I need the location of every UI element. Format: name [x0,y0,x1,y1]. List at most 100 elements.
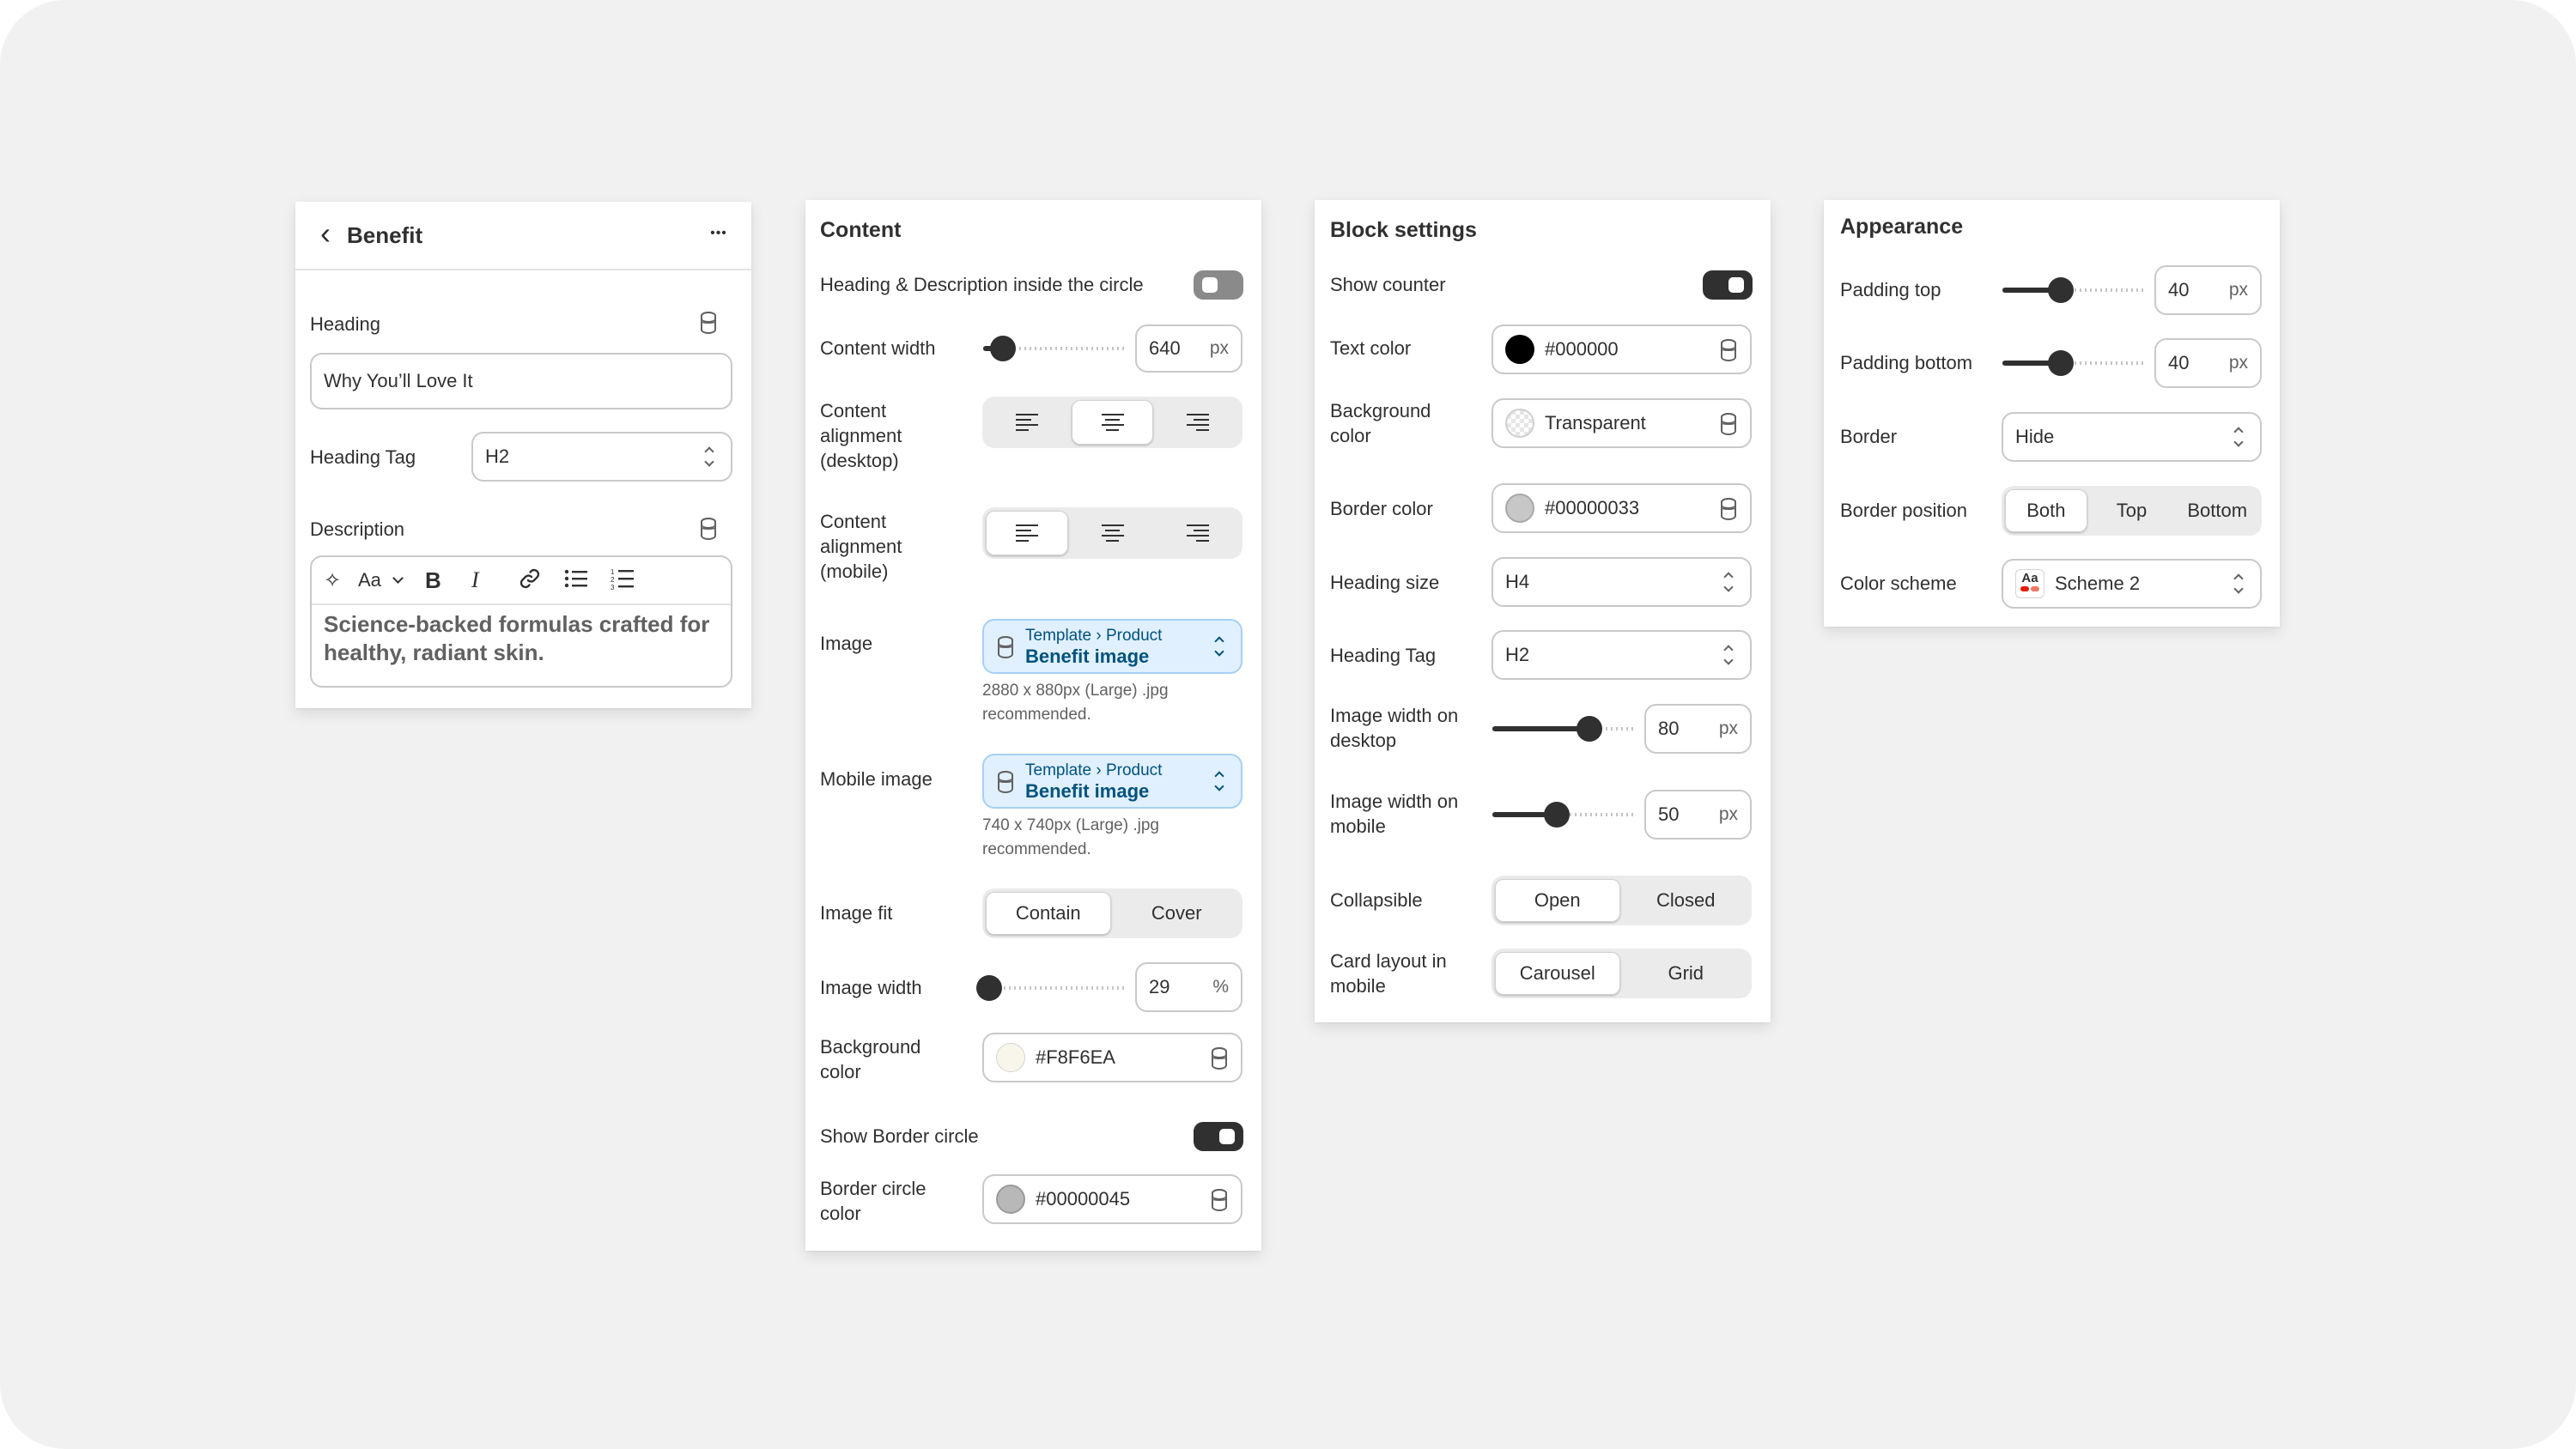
section-title: Block settings [1330,218,1477,242]
select-chevron-icon [1210,635,1229,658]
color-scheme-preview-icon: Aa [2015,569,2044,598]
section-title: Content [820,218,902,242]
color-scheme-label: Color scheme [1840,573,1957,594]
mobile-image-dynamic-source-picker[interactable]: Template › Product Benefit image [982,754,1242,809]
bg-color-picker[interactable]: #F8F6EA [982,1033,1242,1082]
heading-size-value: H4 [1505,571,1530,592]
content-width-input[interactable]: 640 px [1135,324,1242,373]
bulleted-list-icon[interactable] [564,568,611,593]
database-icon[interactable] [1210,1047,1229,1070]
border-position-option-top[interactable]: Top [2091,489,2173,532]
slider-thumb[interactable] [1576,716,1602,742]
italic-button[interactable]: I [471,567,518,593]
align-right-option[interactable] [1157,511,1239,555]
slider-thumb[interactable] [990,336,1017,361]
align-left-icon [1015,524,1038,542]
inside-circle-toggle[interactable] [1194,270,1243,300]
img-desktop-label: Image width on desktop [1330,705,1459,751]
img-mobile-slider[interactable] [1492,802,1635,828]
align-center-icon [1101,524,1124,542]
unit-label: px [2228,353,2248,373]
img-desktop-input[interactable]: 80 px [1644,704,1752,754]
collapsible-option-closed[interactable]: Closed [1624,879,1749,922]
link-icon[interactable] [518,567,564,595]
align-left-option[interactable] [986,400,1068,445]
heading-input[interactable]: Why You’ll Love It [310,353,732,409]
heading-tag-select[interactable]: H2 [471,432,732,482]
transparent-swatch [1505,409,1534,438]
description-editor[interactable]: ✧ Aa B I 123 Science-backed formulas cra… [310,555,732,688]
image-fit-option-contain[interactable]: Contain [986,892,1111,935]
align-right-option[interactable] [1157,400,1239,445]
unit-label: px [2228,280,2248,300]
description-dynamic-source-button[interactable] [699,518,718,540]
image-dynamic-source-picker[interactable]: Template › Product Benefit image [982,619,1242,674]
image-fit-option-cover[interactable]: Cover [1115,892,1240,935]
database-icon[interactable] [1719,413,1738,435]
align-center-option[interactable] [1072,511,1154,555]
panel-title: Benefit [347,222,423,248]
slider-thumb[interactable] [2048,350,2075,376]
show-border-toggle[interactable] [1194,1122,1243,1151]
show-counter-label: Show counter [1330,274,1446,295]
border-position-option-both[interactable]: Both [2005,489,2087,532]
heading-size-select[interactable]: H4 [1492,557,1752,607]
content-panel: Content Heading & Description inside the… [805,200,1261,1251]
numbered-list-icon[interactable]: 123 [611,567,657,594]
database-icon[interactable] [1210,1189,1229,1211]
image-source-value: Benefit image [1025,646,1150,667]
card-layout-label: Card layout in mobile [1330,950,1447,997]
show-counter-toggle[interactable] [1703,270,1753,300]
heading-size-label: Heading size [1330,572,1440,593]
img-mobile-value: 50 [1658,803,1680,825]
heading-tag-value: H2 [1505,644,1530,665]
select-chevron-icon [2229,573,2248,595]
mobile-image-label: Mobile image [820,768,933,790]
heading-tag-select[interactable]: H2 [1492,630,1752,680]
color-swatch [1505,494,1534,523]
more-actions-button[interactable]: ••• [699,221,738,246]
database-icon[interactable] [1719,339,1738,361]
block-settings-panel: Block settings Show counter Text color #… [1315,200,1771,1022]
border-circle-color-picker[interactable]: #00000045 [982,1174,1242,1224]
database-icon[interactable] [1719,498,1738,520]
text-color-picker[interactable]: #000000 [1492,324,1752,374]
align-mobile-segmented [982,507,1242,559]
select-chevron-icon [700,446,719,468]
align-center-option[interactable] [1071,400,1154,445]
border-select[interactable]: Hide [2002,412,2262,462]
ai-sparkle-icon[interactable]: ✧ [324,568,358,593]
padding-bottom-slider[interactable] [2002,350,2145,376]
chevron-down-icon[interactable] [389,572,406,589]
image-width-slider[interactable] [975,975,1126,1001]
slider-thumb[interactable] [2048,277,2075,303]
align-left-option[interactable] [986,511,1068,555]
collapsible-option-open[interactable]: Open [1495,879,1620,922]
border-color-picker[interactable]: #00000033 [1492,483,1752,533]
bold-button[interactable]: B [425,567,471,594]
heading-dynamic-source-button[interactable] [699,312,718,334]
card-layout-option-carousel[interactable]: Carousel [1495,952,1620,995]
inside-circle-label: Heading & Description inside the circle [820,274,1144,295]
slider-thumb[interactable] [975,975,1002,1001]
color-swatch [1505,335,1534,364]
card-layout-option-grid[interactable]: Grid [1624,952,1749,995]
canvas-background: ‹ Benefit ••• Heading Why You’ll Love It… [0,0,2576,1449]
select-chevron-icon [1719,571,1738,593]
img-desktop-value: 80 [1658,718,1680,739]
color-scheme-select[interactable]: Aa Scheme 2 [2002,559,2262,609]
content-width-slider[interactable] [983,336,1126,361]
border-position-option-bottom[interactable]: Bottom [2176,489,2258,532]
border-position-label: Border position [1840,500,1967,521]
padding-top-input[interactable]: 40 px [2154,265,2262,315]
padding-bottom-input[interactable]: 40 px [2154,338,2262,388]
img-mobile-input[interactable]: 50 px [1644,790,1752,840]
slider-thumb[interactable] [1543,802,1570,828]
back-button[interactable]: ‹ [311,218,340,249]
text-style-button[interactable]: Aa [358,569,389,591]
image-width-input[interactable]: 29 % [1135,962,1242,1012]
img-desktop-slider[interactable] [1492,716,1635,742]
bg-color-picker[interactable]: Transparent [1492,398,1752,448]
padding-top-slider[interactable] [2002,277,2145,303]
align-center-icon [1101,414,1124,431]
